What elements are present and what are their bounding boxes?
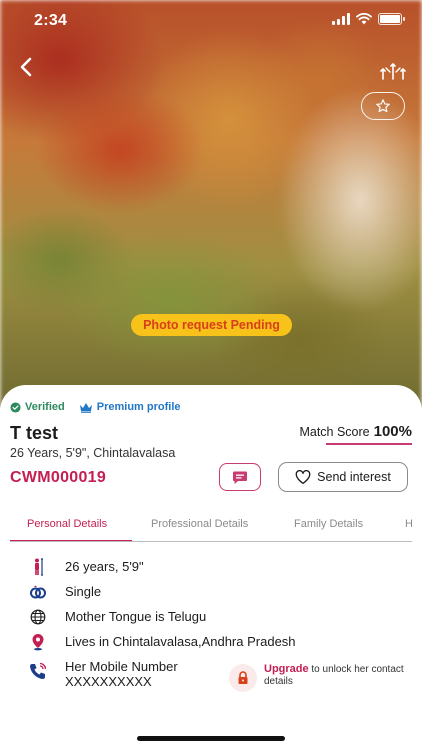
detail-row-location: Lives in Chintalavalasa,Andhra Pradesh bbox=[0, 632, 422, 652]
verified-badge: Verified bbox=[10, 401, 65, 413]
detail-age-height: 26 years, 5'9" bbox=[65, 559, 144, 574]
tab-personal-details[interactable]: Personal Details bbox=[27, 518, 107, 530]
match-score: Match Score 100% bbox=[299, 423, 412, 445]
height-icon bbox=[28, 558, 48, 576]
match-score-label: Match Score bbox=[299, 425, 370, 439]
upgrade-link[interactable]: Upgrade bbox=[264, 663, 309, 675]
rings-icon bbox=[28, 583, 48, 601]
detail-location: Lives in Chintalavalasa,Andhra Pradesh bbox=[65, 634, 296, 649]
status-time: 2:34 bbox=[34, 12, 68, 29]
send-interest-button[interactable]: Send interest bbox=[278, 462, 408, 492]
profile-photo-blurred bbox=[0, 0, 422, 410]
send-interest-label: Send interest bbox=[317, 470, 391, 484]
photo-request-pending-badge[interactable]: Photo request Pending bbox=[131, 314, 292, 336]
wifi-icon bbox=[356, 13, 372, 25]
compare-icon bbox=[380, 62, 406, 80]
shortlist-button[interactable] bbox=[361, 92, 405, 120]
profile-name: T test bbox=[10, 423, 59, 443]
phone-icon bbox=[28, 662, 48, 680]
signal-icon bbox=[332, 13, 350, 25]
profile-badges: Verified Premium profile bbox=[10, 401, 181, 413]
profile-card: Verified Premium profile T test 26 Years… bbox=[0, 385, 422, 750]
battery-icon bbox=[378, 13, 405, 25]
upgrade-message[interactable]: Upgrade to unlock her contact details bbox=[264, 663, 414, 688]
premium-badge: Premium profile bbox=[79, 401, 181, 413]
upgrade-lock-button[interactable] bbox=[229, 664, 257, 692]
profile-id: CWM000019 bbox=[10, 469, 107, 486]
compare-button[interactable] bbox=[380, 60, 406, 82]
globe-icon bbox=[28, 608, 48, 626]
chevron-left-icon bbox=[20, 57, 32, 77]
profile-summary: 26 Years, 5'9", Chintalavalasa bbox=[10, 446, 176, 460]
detail-marital-status: Single bbox=[65, 584, 102, 599]
status-icons bbox=[332, 13, 405, 25]
detail-row-age-height: 26 years, 5'9" bbox=[0, 557, 422, 577]
star-icon bbox=[376, 99, 390, 113]
match-score-bar bbox=[326, 443, 412, 445]
verified-label: Verified bbox=[25, 401, 65, 413]
detail-row-marital-status: Single bbox=[0, 582, 422, 602]
lock-icon bbox=[238, 671, 248, 684]
active-tab-indicator bbox=[10, 540, 132, 541]
location-pin-icon bbox=[28, 633, 48, 651]
heart-icon bbox=[295, 470, 311, 484]
mobile-number-value: XXXXXXXXXX bbox=[65, 674, 152, 689]
tab-family-details[interactable]: Family Details bbox=[294, 518, 363, 530]
match-score-value: 100% bbox=[373, 423, 412, 440]
verified-check-icon bbox=[10, 401, 21, 413]
chat-icon bbox=[233, 471, 247, 484]
details-tabs: Personal Details Professional Details Fa… bbox=[10, 508, 412, 542]
detail-mother-tongue: Mother Tongue is Telugu bbox=[65, 609, 207, 624]
mobile-number-label: Her Mobile Number bbox=[65, 659, 178, 674]
detail-row-mother-tongue: Mother Tongue is Telugu bbox=[0, 607, 422, 627]
tab-more[interactable]: H bbox=[405, 518, 412, 530]
mobile-number-block: Her Mobile Number XXXXXXXXXX bbox=[65, 659, 178, 689]
home-indicator bbox=[137, 736, 285, 741]
crown-icon bbox=[79, 402, 92, 413]
premium-label: Premium profile bbox=[96, 401, 181, 413]
chat-button[interactable] bbox=[219, 463, 261, 491]
back-button[interactable] bbox=[14, 54, 40, 80]
tab-professional-details[interactable]: Professional Details bbox=[151, 518, 248, 530]
